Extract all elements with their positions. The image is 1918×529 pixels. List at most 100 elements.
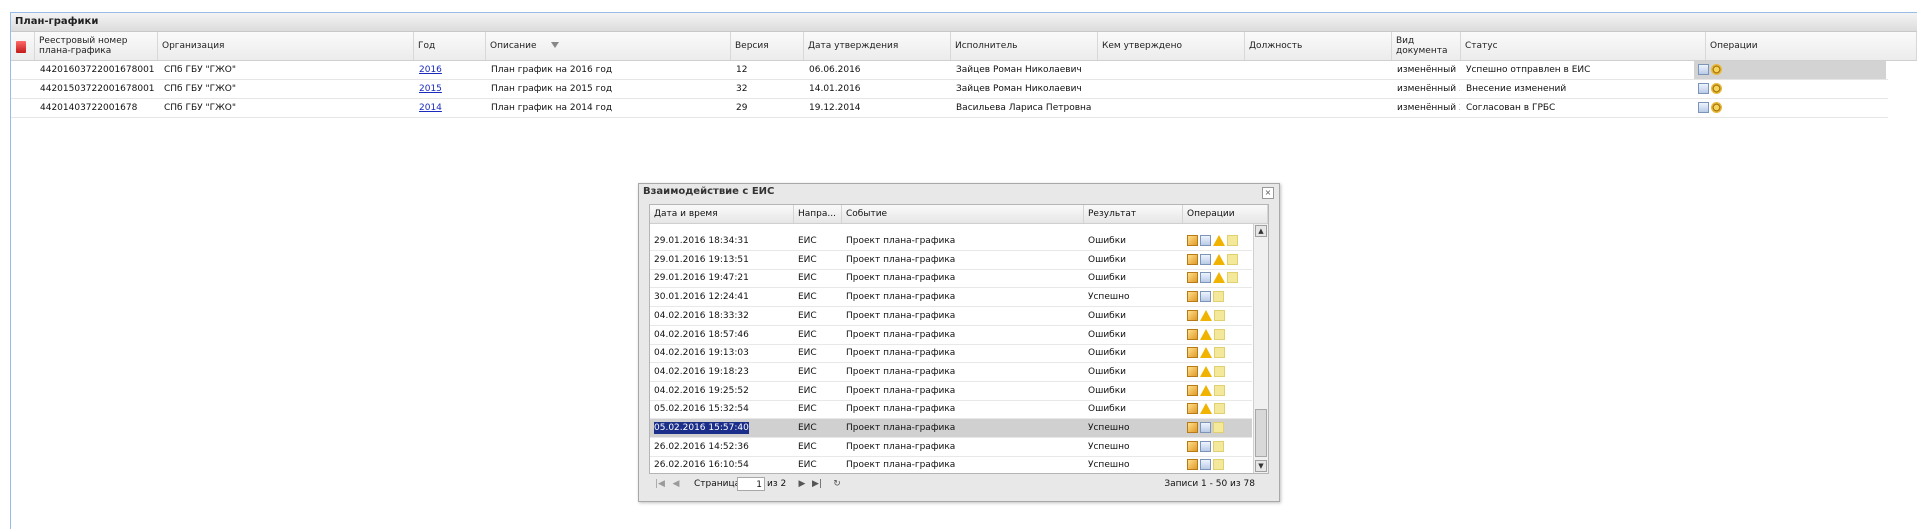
dcol-result[interactable]: Результат bbox=[1084, 205, 1183, 223]
list-item[interactable]: 26.02.2016 14:52:36 ЕИС Проект плана-графи… bbox=[650, 438, 1252, 457]
col-reg-number[interactable]: Реестровый номер плана-графика bbox=[35, 32, 158, 60]
close-icon[interactable]: × bbox=[1262, 187, 1274, 199]
col-status[interactable]: Статус bbox=[1461, 32, 1706, 60]
package-icon[interactable] bbox=[1187, 384, 1198, 396]
col-position[interactable]: Должность bbox=[1245, 32, 1392, 60]
package-icon[interactable] bbox=[1187, 328, 1198, 340]
warning-icon[interactable] bbox=[1213, 272, 1225, 284]
refresh-icon[interactable]: ↻ bbox=[832, 479, 842, 489]
document-icon[interactable] bbox=[1200, 235, 1211, 246]
col-operations[interactable]: Операции bbox=[1706, 32, 1917, 60]
col-description[interactable]: Описание bbox=[486, 32, 731, 60]
dcol-operations[interactable]: Операции bbox=[1183, 205, 1268, 223]
col-doc-type[interactable]: Вид документа bbox=[1392, 32, 1461, 60]
col-executor[interactable]: Исполнитель bbox=[951, 32, 1098, 60]
next-page-icon[interactable]: ▶ bbox=[797, 479, 807, 489]
col-version[interactable]: Версия bbox=[731, 32, 804, 60]
note-icon[interactable] bbox=[1214, 328, 1225, 340]
table-row[interactable]: 44201603722001678001 СПб ГБУ "ГЖО" 2016 Пла… bbox=[11, 61, 1888, 80]
year-link[interactable]: 2015 bbox=[419, 84, 442, 94]
note-icon[interactable] bbox=[1227, 272, 1238, 284]
gear-icon[interactable] bbox=[1711, 64, 1722, 75]
note-icon[interactable] bbox=[1227, 235, 1238, 246]
cell-position bbox=[1247, 61, 1391, 79]
package-icon[interactable] bbox=[1187, 291, 1198, 303]
document-icon[interactable] bbox=[1200, 272, 1211, 284]
prev-page-icon[interactable]: ◀ bbox=[671, 479, 681, 489]
cell-desc: План график на 2015 год bbox=[491, 84, 613, 94]
note-icon[interactable] bbox=[1214, 384, 1225, 396]
list-item[interactable]: 29.01.2016 18:34:31 ЕИС Проект плана-графи… bbox=[650, 232, 1252, 251]
warning-icon[interactable] bbox=[1200, 384, 1212, 396]
note-icon[interactable] bbox=[1213, 422, 1224, 433]
warning-icon[interactable] bbox=[1200, 309, 1212, 321]
dcell-event: Проект плана-графика bbox=[846, 423, 956, 433]
note-icon[interactable] bbox=[1227, 253, 1238, 265]
note-icon[interactable] bbox=[1214, 403, 1225, 415]
document-icon[interactable] bbox=[1698, 102, 1709, 113]
package-icon[interactable] bbox=[1187, 459, 1198, 471]
list-item[interactable]: 04.02.2016 19:18:23 ЕИС Проект плана-графи… bbox=[650, 363, 1252, 382]
package-icon[interactable] bbox=[1187, 440, 1198, 452]
table-row[interactable]: 44201403722001678 СПб ГБУ "ГЖО" 2014 План г… bbox=[11, 99, 1888, 118]
list-item[interactable]: 29.01.2016 19:47:21 ЕИС Проект плана-графи… bbox=[650, 269, 1252, 289]
gear-icon[interactable] bbox=[1711, 83, 1722, 94]
package-icon[interactable] bbox=[1187, 403, 1198, 415]
col-approved-by[interactable]: Кем утверждено bbox=[1098, 32, 1245, 60]
dcol-direction[interactable]: Напра... bbox=[794, 205, 842, 223]
package-icon[interactable] bbox=[1187, 347, 1198, 359]
list-item[interactable]: 30.01.2016 12:24:41 ЕИС Проект плана-графи… bbox=[650, 288, 1252, 308]
table-row[interactable]: 44201503722001678001 СПб ГБУ "ГЖО" 2015 Пла… bbox=[11, 80, 1888, 99]
note-icon[interactable] bbox=[1214, 347, 1225, 359]
dcol-datetime[interactable]: Дата и время bbox=[650, 205, 794, 223]
warning-icon[interactable] bbox=[1200, 347, 1212, 359]
list-item[interactable]: 04.02.2016 18:57:46 ЕИС Проект плана-графи… bbox=[650, 326, 1252, 345]
note-icon[interactable] bbox=[1213, 459, 1224, 471]
last-page-icon[interactable]: ▶| bbox=[812, 479, 822, 489]
list-item[interactable]: 05.02.2016 15:57:40 ЕИС Проект плана-графи… bbox=[650, 419, 1252, 438]
col-organization[interactable]: Организация bbox=[158, 32, 559, 60]
year-link[interactable]: 2014 bbox=[419, 103, 442, 113]
note-icon[interactable] bbox=[1213, 440, 1224, 452]
list-item[interactable]: 29.01.2016 19:13:51 ЕИС Проект плана-графи… bbox=[650, 251, 1252, 270]
dcol-event[interactable]: Событие bbox=[842, 205, 1084, 223]
package-icon[interactable] bbox=[1187, 422, 1198, 433]
warning-icon[interactable] bbox=[1200, 328, 1212, 340]
document-icon[interactable] bbox=[1698, 64, 1709, 75]
note-icon[interactable] bbox=[1214, 365, 1225, 377]
warning-icon[interactable] bbox=[1200, 403, 1212, 415]
warning-icon[interactable] bbox=[1213, 253, 1225, 265]
list-item[interactable]: 26.02.2016 16:10:54 ЕИС Проект плана-графи… bbox=[650, 456, 1252, 473]
list-item[interactable]: 05.02.2016 15:32:54 ЕИС Проект плана-графи… bbox=[650, 400, 1252, 420]
header-delete[interactable] bbox=[11, 32, 35, 60]
list-item[interactable]: 04.02.2016 18:33:32 ЕИС Проект плана-графи… bbox=[650, 307, 1252, 326]
warning-icon[interactable] bbox=[1200, 365, 1212, 377]
package-icon[interactable] bbox=[1187, 309, 1198, 321]
scroll-up-icon[interactable]: ▲ bbox=[1255, 225, 1267, 237]
eis-dialog[interactable]: Взаимодействие с ЕИС × Дата и время Напр… bbox=[638, 183, 1280, 502]
document-icon[interactable] bbox=[1698, 83, 1709, 94]
col-approval-date[interactable]: Дата утверждения bbox=[804, 32, 951, 60]
package-icon[interactable] bbox=[1187, 365, 1198, 377]
note-icon[interactable] bbox=[1214, 309, 1225, 321]
col-year[interactable]: Год bbox=[414, 32, 486, 60]
document-icon[interactable] bbox=[1200, 422, 1211, 433]
document-icon[interactable] bbox=[1200, 291, 1211, 303]
note-icon[interactable] bbox=[1213, 291, 1224, 303]
document-icon[interactable] bbox=[1200, 253, 1211, 265]
document-icon[interactable] bbox=[1200, 459, 1211, 471]
package-icon[interactable] bbox=[1187, 253, 1198, 265]
scroll-down-icon[interactable]: ▼ bbox=[1255, 460, 1267, 472]
year-link[interactable]: 2016 bbox=[419, 65, 442, 75]
list-item[interactable]: 04.02.2016 19:25:52 ЕИС Проект плана-графи… bbox=[650, 382, 1252, 401]
gear-icon[interactable] bbox=[1711, 102, 1722, 113]
list-item[interactable]: 04.02.2016 19:13:03 ЕИС Проект плана-графи… bbox=[650, 344, 1252, 364]
first-page-icon[interactable]: |◀ bbox=[655, 479, 665, 489]
warning-icon[interactable] bbox=[1213, 235, 1225, 246]
document-icon[interactable] bbox=[1200, 440, 1211, 452]
package-icon[interactable] bbox=[1187, 272, 1198, 284]
package-icon[interactable] bbox=[1187, 235, 1198, 246]
dialog-scrollbar[interactable]: ▲ ▼ bbox=[1253, 224, 1268, 473]
page-input[interactable]: 1 bbox=[737, 477, 765, 491]
scroll-thumb[interactable] bbox=[1255, 409, 1267, 457]
